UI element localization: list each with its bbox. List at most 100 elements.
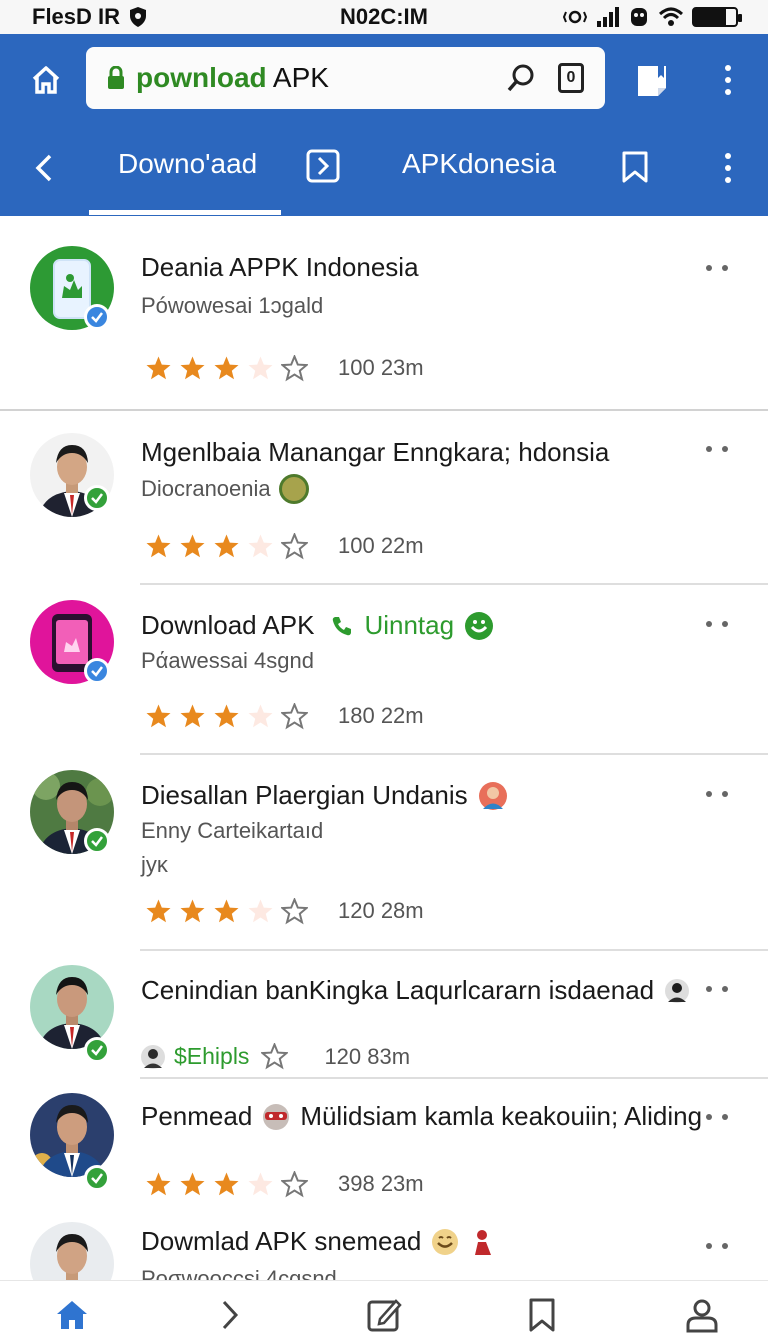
- nav-profile-button[interactable]: [682, 1295, 722, 1335]
- list-item[interactable]: Mgenlbaia Manangar Enngkara; hdonsia Dio…: [0, 411, 768, 586]
- tabs-button[interactable]: 0: [551, 58, 591, 98]
- item-menu-button[interactable]: [706, 784, 744, 804]
- list-item[interactable]: Dowmlad APK snemead Poσwooccsi 4cgsnd: [0, 1214, 768, 1280]
- item-subtitle: Enny Carteikartaıd: [141, 818, 324, 843]
- active-tab-indicator: [89, 210, 281, 215]
- item-title: Mgenlbaia Manangar Enngkara; hdonsia: [141, 437, 610, 467]
- avatar: [30, 1093, 114, 1177]
- battery-icon: [692, 7, 742, 27]
- star-empty-icon: [248, 704, 273, 727]
- star-filled-icon: [180, 356, 205, 379]
- emoji-icon: [278, 474, 309, 504]
- signal-icon: [597, 7, 619, 27]
- rating-count: 398 23m: [338, 1171, 424, 1196]
- item-menu-button[interactable]: [706, 979, 744, 999]
- address-bar[interactable]: pownload APK 0: [86, 47, 605, 109]
- app-list: Deania APPK Indonesia Pówowesai 1ɔgald 1…: [0, 216, 768, 1280]
- item-title: Deania APPK Indonesia: [141, 252, 419, 282]
- nav-edit-button[interactable]: [364, 1295, 404, 1335]
- bookmark-button[interactable]: [620, 150, 650, 184]
- alarm-icon: [631, 8, 647, 26]
- nav-home-button[interactable]: [52, 1295, 92, 1335]
- item-menu-button[interactable]: [706, 439, 744, 459]
- chevron-right-icon: [222, 1300, 239, 1330]
- avatar-emoji-icon: [141, 1044, 165, 1069]
- star-filled-icon: [146, 534, 171, 557]
- chevron-left-icon: [35, 154, 52, 182]
- list-item[interactable]: Penmead Mülidsiam kamla keakouiin; Alidi…: [0, 1079, 768, 1214]
- rating: 120 28m: [145, 896, 424, 926]
- nav-forward-button[interactable]: [210, 1295, 250, 1335]
- list-item[interactable]: Deania APPK Indonesia Pówowesai 1ɔgald 1…: [0, 216, 768, 411]
- item-menu-button[interactable]: [706, 1107, 744, 1127]
- star-filled-icon: [214, 534, 239, 557]
- item-title: Penmead: [141, 1101, 253, 1131]
- nav-bookmarks-button[interactable]: [522, 1295, 562, 1335]
- star-empty-icon: [248, 534, 273, 557]
- verified-badge-icon: [84, 828, 110, 854]
- star-rating: [261, 1043, 289, 1070]
- wifi-icon: [658, 7, 684, 26]
- tab-download[interactable]: Downo'aad: [118, 148, 257, 188]
- status-left-text: FlesD IR: [32, 4, 121, 29]
- list-item[interactable]: Cenindian banKingka Laqurlcararn isdaena…: [0, 951, 768, 1079]
- item-subtitle: Diocranoenia: [141, 476, 271, 501]
- star-filled-icon: [180, 534, 205, 557]
- item-title-row: Download APK Uinntag: [141, 610, 494, 641]
- star-filled-icon: [146, 1172, 171, 1195]
- star-filled-icon: [146, 356, 171, 379]
- item-menu-button[interactable]: [706, 258, 744, 278]
- open-tab-button[interactable]: [305, 148, 341, 184]
- star-empty-icon: [281, 897, 308, 924]
- rating: 100 23m: [145, 353, 424, 383]
- item-subtitle: Pówowesai 1ɔgald: [141, 293, 324, 318]
- home-button[interactable]: [24, 58, 68, 102]
- list-item[interactable]: Download APK Uinntag Pάawessai 4sgnd 180…: [0, 586, 768, 756]
- star-empty-icon: [261, 1043, 289, 1070]
- url-rest: APK: [266, 62, 329, 93]
- browser-menu-button[interactable]: [712, 58, 744, 102]
- status-bar: FlesD IR N02C:IM: [0, 0, 768, 34]
- smile-emoji-icon: [432, 1228, 459, 1255]
- item-title-row: Penmead Mülidsiam kamla keakouiin; Alidi…: [141, 1101, 702, 1132]
- rating-count: 120 83m: [324, 1043, 411, 1069]
- bookmark-icon: [529, 1298, 555, 1332]
- star-filled-icon: [214, 899, 239, 922]
- item-menu-button[interactable]: [706, 1236, 744, 1256]
- vibrate-icon: [562, 10, 588, 24]
- avatar-emoji-icon: [665, 978, 690, 1003]
- item-subtitle-row: $Ehipls 120 83m: [140, 1043, 410, 1070]
- item-menu-button[interactable]: [706, 614, 744, 634]
- rating-count: 120 28m: [338, 898, 424, 923]
- person-icon: [686, 1299, 718, 1333]
- star-empty-icon: [281, 702, 308, 729]
- item-title-row: Dowmlad APK snemead: [141, 1226, 495, 1257]
- item-subtitle-2: jyκ: [141, 852, 168, 877]
- star-empty-icon: [248, 1172, 273, 1195]
- item-subtitle-row: Diocranoenia: [141, 474, 309, 504]
- item-title: Dowmlad APK snemead: [141, 1226, 422, 1256]
- item-title: Cenindian banKingka Laqurlcararn isdaena…: [141, 975, 655, 1005]
- list-item[interactable]: Diesallan Plaergian Undanis Enny Carteik…: [0, 756, 768, 951]
- url-accent: pownload: [136, 62, 267, 93]
- tab-menu-button[interactable]: [712, 146, 744, 190]
- star-empty-icon: [281, 532, 308, 559]
- item-title: Download APK: [141, 610, 315, 640]
- search-button[interactable]: [501, 58, 541, 98]
- bookmark-page-button[interactable]: [632, 60, 672, 100]
- star-filled-icon: [214, 1172, 239, 1195]
- rating: 100 22m: [145, 531, 424, 561]
- star-rating: [145, 897, 308, 925]
- browser-toolbar: pownload APK 0 Downo'aad APKdonesia: [0, 34, 768, 216]
- star-empty-icon: [281, 354, 308, 381]
- url-text[interactable]: pownload APK: [136, 62, 491, 94]
- verified-badge-icon: [84, 1037, 110, 1063]
- back-button[interactable]: [26, 148, 62, 188]
- tab-apkdonesia[interactable]: APKdonesia: [402, 148, 556, 188]
- item-subtitle: $Ehipls: [174, 1043, 250, 1069]
- masked-emoji-icon: [263, 1103, 290, 1130]
- star-empty-icon: [281, 1170, 308, 1197]
- verified-badge-icon: [84, 304, 110, 330]
- item-title-rest: Mülidsiam kamla keakouiin; Aliding: [300, 1101, 703, 1131]
- avatar: [30, 965, 114, 1049]
